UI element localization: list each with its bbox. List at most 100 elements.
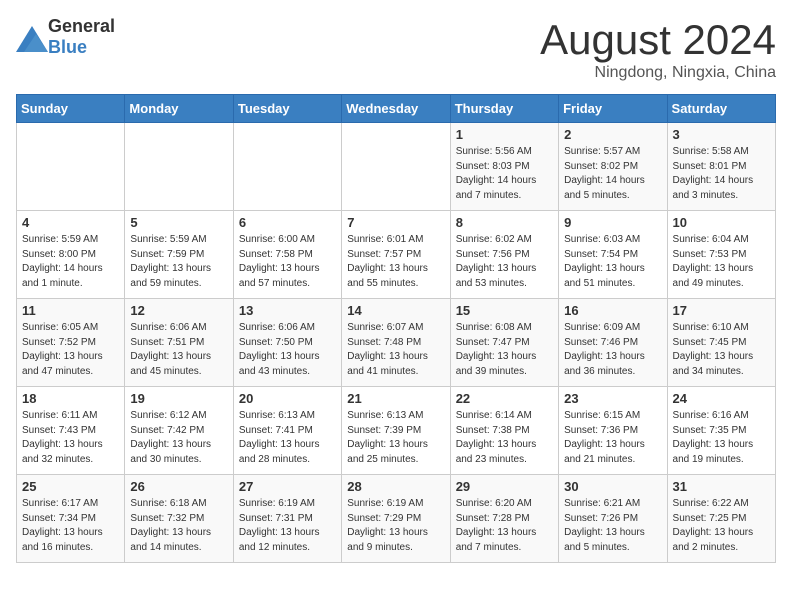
calendar-cell: 2Sunrise: 5:57 AM Sunset: 8:02 PM Daylig…: [559, 123, 667, 211]
calendar-cell: 29 Sunrise: 6:20 AM Sunset: 7:28 PM Dayli…: [450, 475, 558, 563]
day-info: Sunrise: 6:07 AM Sunset: 7:48 PM Dayligh…: [347, 321, 444, 379]
day-number: 21: [347, 391, 444, 406]
day-info: Sunrise: 5:58 AM Sunset: 8:01 PM Dayligh…: [673, 145, 770, 203]
weekday-header-monday: Monday: [125, 95, 233, 123]
calendar-week-row: 18 Sunrise: 6:11 AM Sunset: 7:43 PM Dayli…: [17, 387, 776, 475]
calendar-cell: 23 Sunrise: 6:15 AM Sunset: 7:36 PM Dayli…: [559, 387, 667, 475]
day-info: Sunrise: 5:59 AM Sunset: 8:00 PM Dayligh…: [22, 233, 119, 291]
page-header: General Blue August 2024 Ningdong, Ningx…: [16, 16, 776, 82]
calendar-cell: [233, 123, 341, 211]
calendar-cell: 28 Sunrise: 6:19 AM Sunset: 7:29 PM Dayli…: [342, 475, 450, 563]
day-number: 11: [22, 303, 119, 318]
day-info: Sunrise: 6:11 AM Sunset: 7:43 PM Dayligh…: [22, 409, 119, 467]
day-number: 5: [130, 215, 227, 230]
day-number: 6: [239, 215, 336, 230]
day-info: Sunrise: 6:19 AM Sunset: 7:29 PM Dayligh…: [347, 497, 444, 555]
day-number: 30: [564, 479, 661, 494]
day-number: 24: [673, 391, 770, 406]
day-info: Sunrise: 6:17 AM Sunset: 7:34 PM Dayligh…: [22, 497, 119, 555]
day-number: 29: [456, 479, 553, 494]
day-info: Sunrise: 6:14 AM Sunset: 7:38 PM Dayligh…: [456, 409, 553, 467]
day-info: Sunrise: 6:02 AM Sunset: 7:56 PM Dayligh…: [456, 233, 553, 291]
calendar-cell: 11Sunrise: 6:05 AM Sunset: 7:52 PM Dayli…: [17, 299, 125, 387]
day-number: 3: [673, 127, 770, 142]
day-number: 1: [456, 127, 553, 142]
calendar-cell: 12 Sunrise: 6:06 AM Sunset: 7:51 PM Dayli…: [125, 299, 233, 387]
calendar-cell: 10 Sunrise: 6:04 AM Sunset: 7:53 PM Dayli…: [667, 211, 775, 299]
day-info: Sunrise: 6:18 AM Sunset: 7:32 PM Dayligh…: [130, 497, 227, 555]
weekday-header-row: SundayMondayTuesdayWednesdayThursdayFrid…: [17, 95, 776, 123]
day-number: 7: [347, 215, 444, 230]
day-number: 18: [22, 391, 119, 406]
day-number: 8: [456, 215, 553, 230]
weekday-header-tuesday: Tuesday: [233, 95, 341, 123]
day-number: 10: [673, 215, 770, 230]
day-number: 22: [456, 391, 553, 406]
weekday-header-saturday: Saturday: [667, 95, 775, 123]
calendar-cell: 31 Sunrise: 6:22 AM Sunset: 7:25 PM Dayli…: [667, 475, 775, 563]
day-number: 12: [130, 303, 227, 318]
weekday-header-wednesday: Wednesday: [342, 95, 450, 123]
calendar-cell: 1 Sunrise: 5:56 AM Sunset: 8:03 PM Daylig…: [450, 123, 558, 211]
day-number: 23: [564, 391, 661, 406]
calendar-cell: 19 Sunrise: 6:12 AM Sunset: 7:42 PM Dayli…: [125, 387, 233, 475]
day-number: 14: [347, 303, 444, 318]
day-number: 20: [239, 391, 336, 406]
day-number: 16: [564, 303, 661, 318]
calendar-cell: 27Sunrise: 6:19 AM Sunset: 7:31 PM Dayli…: [233, 475, 341, 563]
calendar-cell: 24Sunrise: 6:16 AM Sunset: 7:35 PM Dayli…: [667, 387, 775, 475]
calendar-cell: 14 Sunrise: 6:07 AM Sunset: 7:48 PM Dayli…: [342, 299, 450, 387]
day-number: 9: [564, 215, 661, 230]
day-info: Sunrise: 6:03 AM Sunset: 7:54 PM Dayligh…: [564, 233, 661, 291]
day-info: Sunrise: 6:06 AM Sunset: 7:51 PM Dayligh…: [130, 321, 227, 379]
day-info: Sunrise: 6:00 AM Sunset: 7:58 PM Dayligh…: [239, 233, 336, 291]
day-number: 19: [130, 391, 227, 406]
calendar-cell: 3 Sunrise: 5:58 AM Sunset: 8:01 PM Daylig…: [667, 123, 775, 211]
day-info: Sunrise: 6:09 AM Sunset: 7:46 PM Dayligh…: [564, 321, 661, 379]
day-info: Sunrise: 6:19 AM Sunset: 7:31 PM Dayligh…: [239, 497, 336, 555]
logo-blue: Blue: [48, 37, 87, 57]
day-info: Sunrise: 6:15 AM Sunset: 7:36 PM Dayligh…: [564, 409, 661, 467]
calendar-cell: 20Sunrise: 6:13 AM Sunset: 7:41 PM Dayli…: [233, 387, 341, 475]
calendar-cell: 22 Sunrise: 6:14 AM Sunset: 7:38 PM Dayli…: [450, 387, 558, 475]
day-info: Sunrise: 6:20 AM Sunset: 7:28 PM Dayligh…: [456, 497, 553, 555]
logo-text: General Blue: [48, 16, 115, 58]
day-info: Sunrise: 6:22 AM Sunset: 7:25 PM Dayligh…: [673, 497, 770, 555]
calendar-cell: 30 Sunrise: 6:21 AM Sunset: 7:26 PM Dayli…: [559, 475, 667, 563]
day-info: Sunrise: 6:12 AM Sunset: 7:42 PM Dayligh…: [130, 409, 227, 467]
day-info: Sunrise: 6:10 AM Sunset: 7:45 PM Dayligh…: [673, 321, 770, 379]
calendar-cell: 15Sunrise: 6:08 AM Sunset: 7:47 PM Dayli…: [450, 299, 558, 387]
day-number: 25: [22, 479, 119, 494]
calendar-cell: 4 Sunrise: 5:59 AM Sunset: 8:00 PM Daylig…: [17, 211, 125, 299]
calendar-table: SundayMondayTuesdayWednesdayThursdayFrid…: [16, 94, 776, 563]
day-info: Sunrise: 6:01 AM Sunset: 7:57 PM Dayligh…: [347, 233, 444, 291]
calendar-cell: 5Sunrise: 5:59 AM Sunset: 7:59 PM Daylig…: [125, 211, 233, 299]
day-info: Sunrise: 5:57 AM Sunset: 8:02 PM Dayligh…: [564, 145, 661, 203]
logo-icon: [16, 26, 44, 48]
calendar-cell: 13 Sunrise: 6:06 AM Sunset: 7:50 PM Dayli…: [233, 299, 341, 387]
logo: General Blue: [16, 16, 115, 58]
day-info: Sunrise: 6:04 AM Sunset: 7:53 PM Dayligh…: [673, 233, 770, 291]
calendar-cell: 6 Sunrise: 6:00 AM Sunset: 7:58 PM Daylig…: [233, 211, 341, 299]
day-number: 31: [673, 479, 770, 494]
calendar-cell: [342, 123, 450, 211]
calendar-cell: 25 Sunrise: 6:17 AM Sunset: 7:34 PM Dayli…: [17, 475, 125, 563]
subtitle: Ningdong, Ningxia, China: [540, 64, 776, 82]
calendar-week-row: 11Sunrise: 6:05 AM Sunset: 7:52 PM Dayli…: [17, 299, 776, 387]
calendar-week-row: 25 Sunrise: 6:17 AM Sunset: 7:34 PM Dayli…: [17, 475, 776, 563]
calendar-cell: 18 Sunrise: 6:11 AM Sunset: 7:43 PM Dayli…: [17, 387, 125, 475]
weekday-header-thursday: Thursday: [450, 95, 558, 123]
calendar-week-row: 4 Sunrise: 5:59 AM Sunset: 8:00 PM Daylig…: [17, 211, 776, 299]
day-info: Sunrise: 5:56 AM Sunset: 8:03 PM Dayligh…: [456, 145, 553, 203]
day-number: 4: [22, 215, 119, 230]
day-info: Sunrise: 6:06 AM Sunset: 7:50 PM Dayligh…: [239, 321, 336, 379]
day-info: Sunrise: 6:08 AM Sunset: 7:47 PM Dayligh…: [456, 321, 553, 379]
day-info: Sunrise: 6:21 AM Sunset: 7:26 PM Dayligh…: [564, 497, 661, 555]
day-number: 13: [239, 303, 336, 318]
calendar-cell: 26Sunrise: 6:18 AM Sunset: 7:32 PM Dayli…: [125, 475, 233, 563]
calendar-cell: 7 Sunrise: 6:01 AM Sunset: 7:57 PM Daylig…: [342, 211, 450, 299]
calendar-cell: 16 Sunrise: 6:09 AM Sunset: 7:46 PM Dayli…: [559, 299, 667, 387]
day-number: 28: [347, 479, 444, 494]
day-info: Sunrise: 6:13 AM Sunset: 7:39 PM Dayligh…: [347, 409, 444, 467]
calendar-week-row: 1 Sunrise: 5:56 AM Sunset: 8:03 PM Daylig…: [17, 123, 776, 211]
